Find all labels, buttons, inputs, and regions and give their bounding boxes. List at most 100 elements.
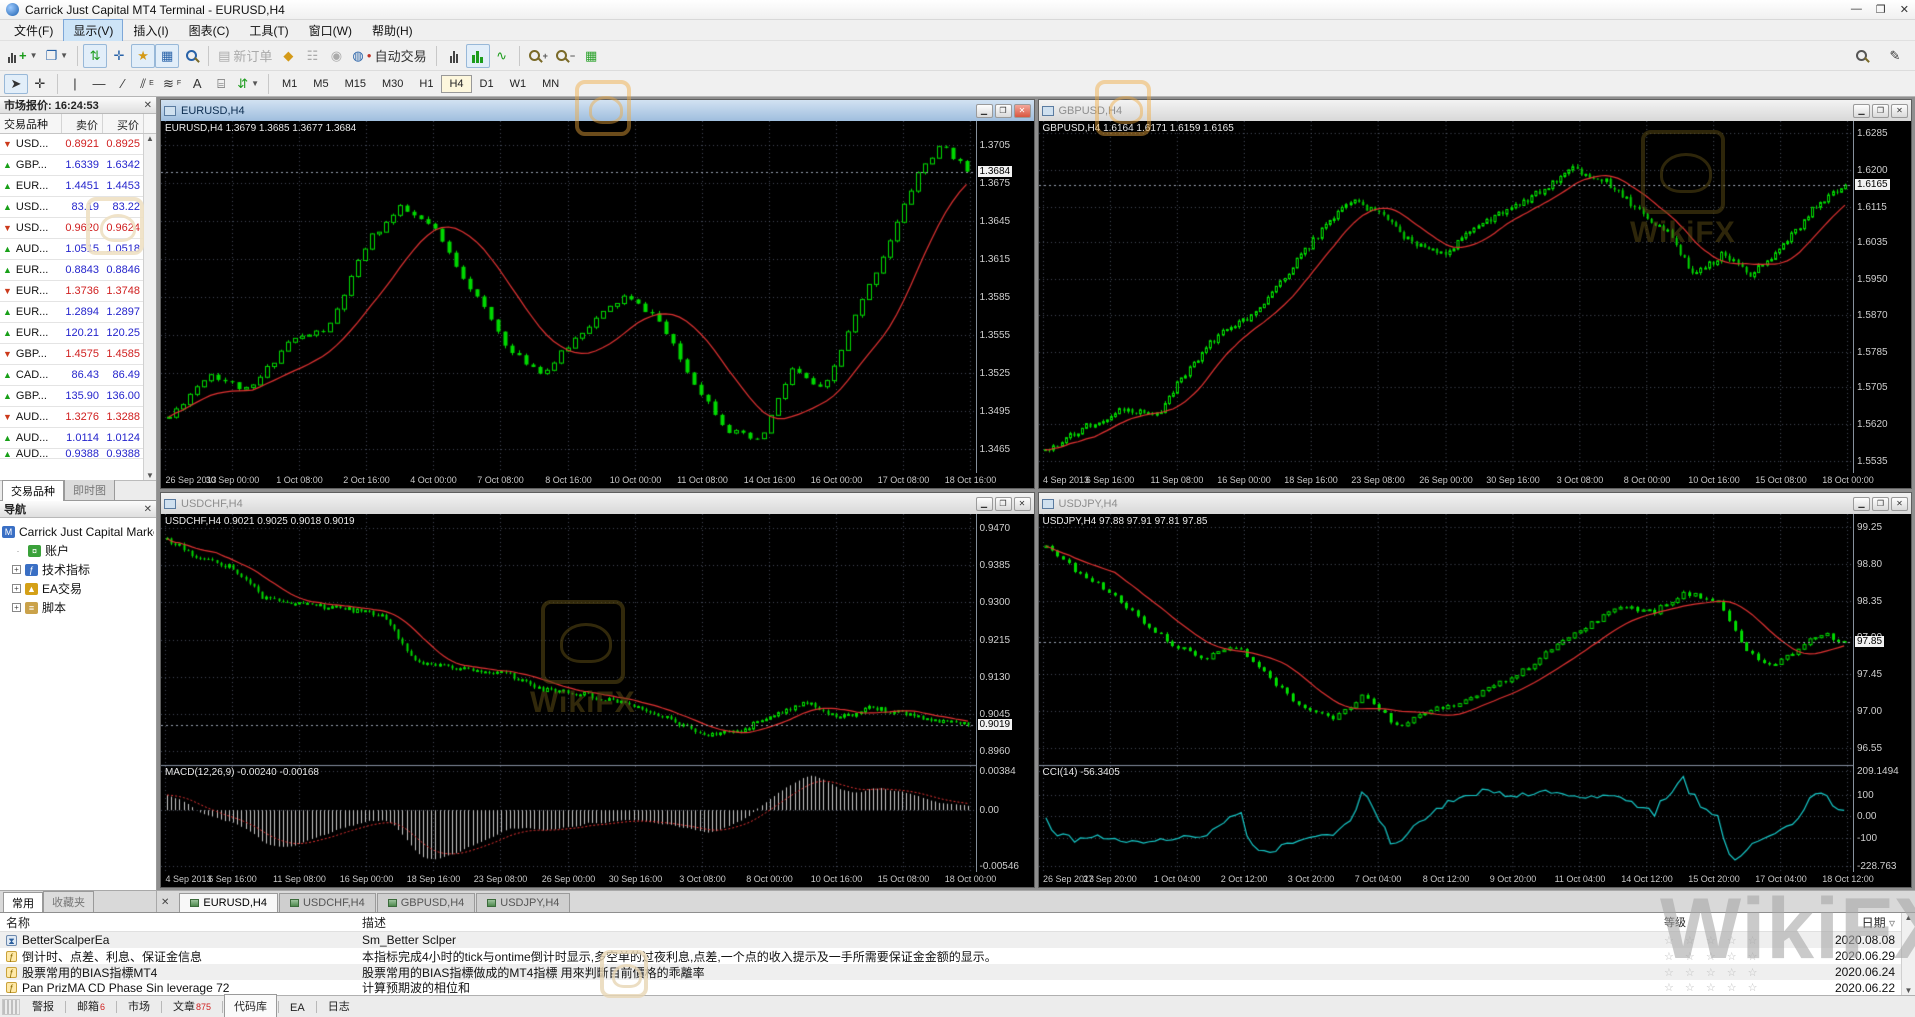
status-tab-4[interactable]: 代码库	[224, 994, 278, 1017]
row-rating-stars[interactable]: ☆ ☆ ☆ ☆ ☆	[1664, 981, 1809, 994]
toolbox-scrollbar[interactable]: ▲ ▼	[1901, 913, 1915, 995]
market-watch-close-icon[interactable]: ✕	[144, 100, 152, 111]
gbpusd-chart-canvas[interactable]	[1038, 121, 1853, 473]
profiles-button[interactable]: ❐ ▼	[42, 44, 73, 68]
chart-plot[interactable]: EURUSD,H4 1.3679 1.3685 1.3677 1.3684	[161, 121, 977, 473]
arrows-button[interactable]: ⇵ ▼	[233, 74, 263, 94]
zoom-in-button[interactable]: +	[525, 44, 552, 68]
navigator-item-1[interactable]: + ƒ 技术指标	[2, 560, 154, 579]
market-watch-tab-1[interactable]: 即时图	[64, 479, 115, 500]
expand-icon[interactable]: +	[12, 603, 21, 612]
market-watch-row[interactable]: ▲ EUR... 0.8843 0.8846	[0, 260, 156, 281]
market-watch-row[interactable]: ▼ EUR... 1.3736 1.3748	[0, 281, 156, 302]
chart-tab-gbpusd-h4[interactable]: GBPUSD,H4	[376, 893, 476, 912]
minimize-icon[interactable]: —	[1851, 3, 1862, 16]
expand-icon[interactable]: +	[12, 584, 21, 593]
text-button[interactable]: A	[185, 74, 209, 94]
date-scale[interactable]: 4 Sep 2013 6 Sep 16:00 11 Sep 08:00 16 Sep …	[161, 872, 1034, 887]
market-watch-row[interactable]: ▲ EUR... 1.4451 1.4453	[0, 176, 156, 197]
chart-tab-usdchf-h4[interactable]: USDCHF,H4	[278, 893, 376, 912]
market-watch-row[interactable]: ▲ USD... 83.19 83.22	[0, 197, 156, 218]
code-base-row[interactable]: ƒ 股票常用的BIAS指標MT4 股票常用的BIAS指標做成的MT4指標 用來判斷目…	[0, 964, 1915, 980]
trendline-button[interactable]: ∕	[111, 74, 135, 94]
community-icon[interactable]: ✎	[1883, 44, 1907, 68]
candlestick-button[interactable]	[465, 43, 490, 68]
chart-close-icon[interactable]: ✕	[1013, 103, 1031, 118]
chart-window-usdjpy[interactable]: USDJPY,H4 ▁ ❐ ✕ USDJPY,H4 97.88 97.91 97.81 …	[1037, 492, 1912, 888]
menu-item-5[interactable]: 窗口(W)	[299, 19, 362, 42]
navigator-tab-0[interactable]: 常用	[3, 892, 43, 913]
status-tab-6[interactable]: 日志	[318, 994, 360, 1017]
timeframe-m5[interactable]: M5	[305, 75, 336, 93]
market-watch-row[interactable]: ▲ AUD... 1.0114 1.0124	[0, 428, 156, 449]
chart-title-bar[interactable]: USDCHF,H4 ▁ ❐ ✕	[161, 493, 1034, 514]
date-scale[interactable]: 4 Sep 2013 6 Sep 16:00 11 Sep 08:00 16 Sep …	[1038, 473, 1911, 488]
chart-close-icon[interactable]: ✕	[1013, 496, 1031, 511]
chart-title-bar[interactable]: USDJPY,H4 ▁ ❐ ✕	[1038, 493, 1911, 514]
menu-item-4[interactable]: 工具(T)	[239, 19, 298, 42]
menu-item-0[interactable]: 文件(F)	[4, 19, 63, 42]
market-watch-row[interactable]: ▲ EUR... 1.2894 1.2897	[0, 302, 156, 323]
bar-chart-button[interactable]	[442, 44, 466, 68]
timeframe-m30[interactable]: M30	[374, 75, 411, 93]
date-scale[interactable]: 26 Sep 2013 27 Sep 20:00 1 Oct 04:00 2 Oct …	[1038, 872, 1911, 887]
market-watch-scrollbar[interactable]: ▲ ▼	[143, 134, 156, 480]
chart-tab-usdjpy-h4[interactable]: USDJPY,H4	[476, 893, 571, 912]
expand-icon[interactable]: +	[12, 565, 21, 574]
date-scale[interactable]: 26 Sep 2013 30 Sep 00:00 1 Oct 08:00 2 Oct …	[161, 473, 1034, 488]
status-tab-1[interactable]: 邮箱 6	[67, 994, 115, 1017]
chart-minimize-icon[interactable]: ▁	[1853, 496, 1870, 511]
row-rating-stars[interactable]: ☆ ☆ ☆ ☆ ☆	[1664, 934, 1809, 947]
fibonacci-button[interactable]: ≋ F	[159, 74, 185, 94]
metaeditor-button[interactable]: ◆	[276, 44, 300, 68]
chart-restore-icon[interactable]: ❐	[994, 103, 1012, 118]
scroll-down-icon[interactable]: ▼	[146, 471, 154, 480]
timeframe-h1[interactable]: H1	[411, 75, 441, 93]
chart-tab-eurusd-h4[interactable]: EURUSD,H4	[179, 893, 278, 912]
chart-window-gbpusd[interactable]: GBPUSD,H4 ▁ ❐ ✕ GBPUSD,H4 1.6164 1.6171 1.61…	[1037, 99, 1912, 489]
chart-restore-icon[interactable]: ❐	[994, 496, 1012, 511]
terminal-toggle[interactable]: ▦	[155, 43, 180, 68]
data-window-button[interactable]: ✛	[107, 44, 131, 68]
navigator-item-3[interactable]: + ≡ 脚本	[2, 598, 154, 617]
navigator-close-icon[interactable]: ✕	[144, 504, 152, 515]
line-chart-button[interactable]: ∿	[490, 44, 514, 68]
price-scale[interactable]: 99.2598.8098.3597.9097.4597.0096.55209.1…	[1854, 514, 1911, 872]
new-chart-button[interactable]: + ▼	[4, 44, 42, 68]
channel-button[interactable]: ⫽ E	[135, 74, 159, 94]
toolbox-close-icon[interactable]: ✕	[157, 897, 173, 912]
new-order-button[interactable]: ▤ 新订单	[214, 44, 276, 68]
navigator-item-0[interactable]: · ¤ 账户	[2, 541, 154, 560]
market-watch-row[interactable]: ▼ AUD... 1.3276 1.3288	[0, 407, 156, 428]
chart-plot[interactable]: GBPUSD,H4 1.6164 1.6171 1.6159 1.6165	[1038, 121, 1854, 473]
menu-item-3[interactable]: 图表(C)	[179, 19, 240, 42]
price-scale[interactable]: 1.6285 1.6200 1.6115 1.6035 1.5950 1.5870 1.57…	[1854, 121, 1911, 473]
usdchf-chart-canvas[interactable]	[161, 514, 976, 872]
chart-plot[interactable]: USDJPY,H4 97.88 97.91 97.81 97.85 CCI(14)…	[1038, 514, 1854, 872]
sound-button[interactable]: ◉	[324, 44, 348, 68]
row-rating-stars[interactable]: ☆ ☆ ☆ ☆ ☆	[1664, 950, 1809, 963]
column-desc[interactable]: 描述	[358, 914, 1664, 931]
status-tab-2[interactable]: 市场	[118, 994, 160, 1017]
market-watch-row[interactable]: ▲ GBP... 135.90 136.00	[0, 386, 156, 407]
maximize-icon[interactable]: ❐	[1876, 3, 1886, 16]
chart-minimize-icon[interactable]: ▁	[975, 496, 993, 511]
code-base-row[interactable]: ƒ 倒计时、点差、利息、保证金信息 本指标完成4小时的tick与ontime倒计时显…	[0, 948, 1915, 964]
chart-restore-icon[interactable]: ❐	[1872, 496, 1889, 511]
market-watch-toggle[interactable]: ⇅	[83, 43, 108, 68]
menu-item-1[interactable]: 显示(V)	[63, 18, 124, 42]
chart-window-usdchf[interactable]: USDCHF,H4 ▁ ❐ ✕ USDCHF,H4 0.9021 0.9025 0.90…	[160, 492, 1035, 888]
menu-item-2[interactable]: 插入(I)	[123, 19, 178, 42]
navigator-item-2[interactable]: + ▲ EA交易	[2, 579, 154, 598]
chart-close-icon[interactable]: ✕	[1891, 103, 1908, 118]
scroll-up-icon[interactable]: ▲	[146, 134, 154, 143]
chart-title-bar[interactable]: GBPUSD,H4 ▁ ❐ ✕	[1038, 100, 1911, 121]
column-date[interactable]: 日期 ▿	[1809, 914, 1901, 931]
row-rating-stars[interactable]: ☆ ☆ ☆ ☆ ☆	[1664, 966, 1809, 979]
navigator-root-item[interactable]: M Carrick Just Capital Marke	[2, 522, 154, 541]
column-rating[interactable]: 等级	[1664, 914, 1809, 930]
tile-windows-button[interactable]: ▦	[579, 44, 603, 68]
eurusd-chart-canvas[interactable]	[161, 121, 976, 473]
zoom-out-button[interactable]: −	[552, 44, 579, 68]
chart-restore-icon[interactable]: ❐	[1872, 103, 1889, 118]
